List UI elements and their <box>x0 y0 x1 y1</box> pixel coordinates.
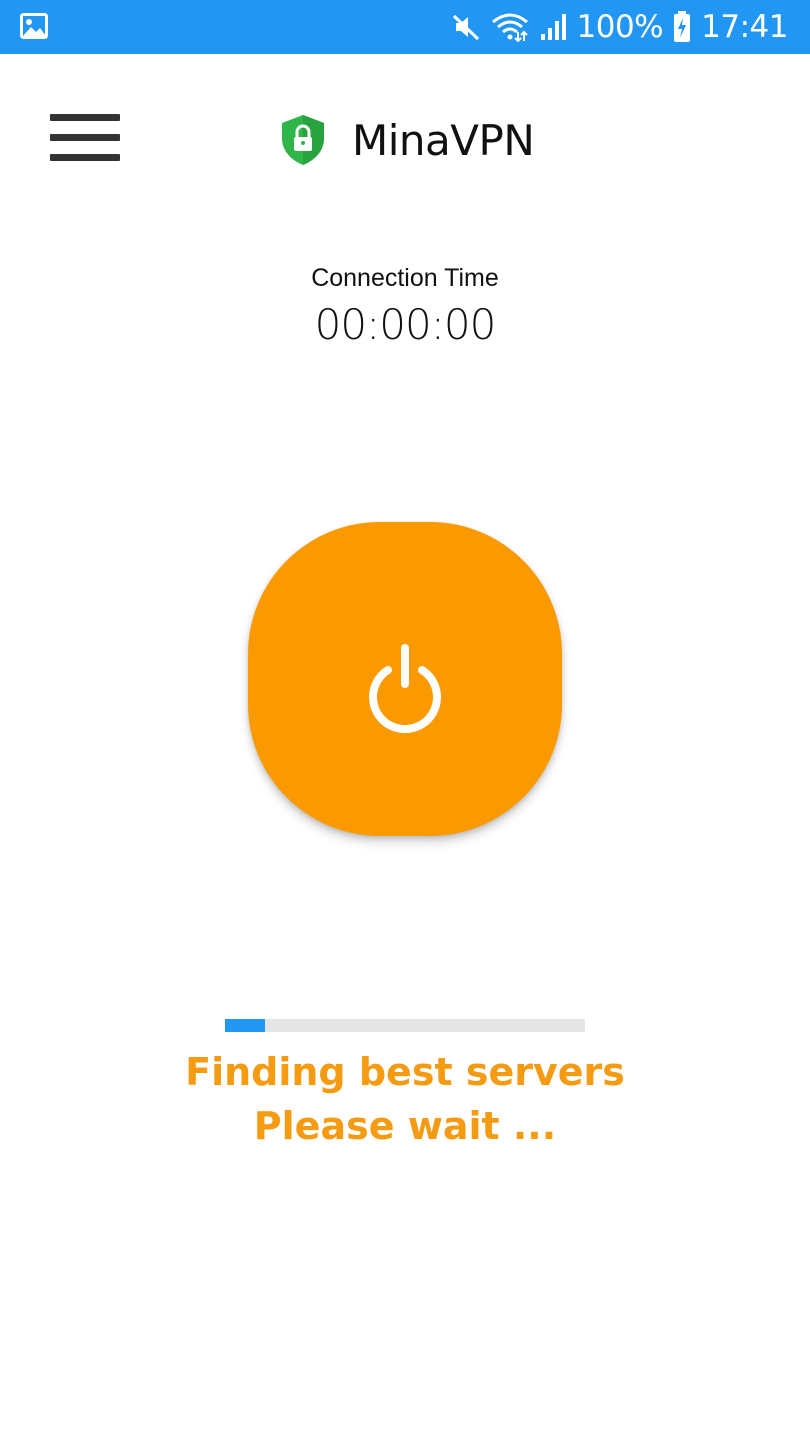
menu-bar-middle <box>50 134 120 141</box>
wifi-icon <box>491 13 528 42</box>
gallery-icon <box>20 13 48 39</box>
app-title: MinaVPN <box>352 115 535 165</box>
menu-bar-top <box>50 114 120 121</box>
status-message-line2: Please wait ... <box>253 1104 557 1148</box>
shield-lock-icon <box>282 115 324 165</box>
hamburger-menu-icon[interactable] <box>50 114 122 166</box>
status-time: 17:41 <box>701 9 788 45</box>
status-bar: 100% 17:41 <box>0 0 810 54</box>
power-icon <box>369 644 441 734</box>
status-bar-right: 100% 17:41 <box>451 0 788 54</box>
signal-icon <box>540 14 566 40</box>
progress-fill <box>225 1019 265 1032</box>
server-search-progress <box>225 1019 585 1032</box>
connection-time-label: Connection Time <box>311 264 499 292</box>
battery-charging-icon <box>674 11 691 42</box>
connection-timer: 00:00:00 <box>314 300 497 349</box>
status-message-line1: Finding best servers <box>185 1050 625 1094</box>
app-brand: MinaVPN <box>280 110 535 170</box>
mute-icon <box>452 14 479 41</box>
battery-percent: 100% <box>576 9 664 45</box>
menu-bar-bottom <box>50 154 120 161</box>
vpn-home-screen: 100% 17:41 MinaVPN Connection Time 00:00… <box>0 0 810 1440</box>
